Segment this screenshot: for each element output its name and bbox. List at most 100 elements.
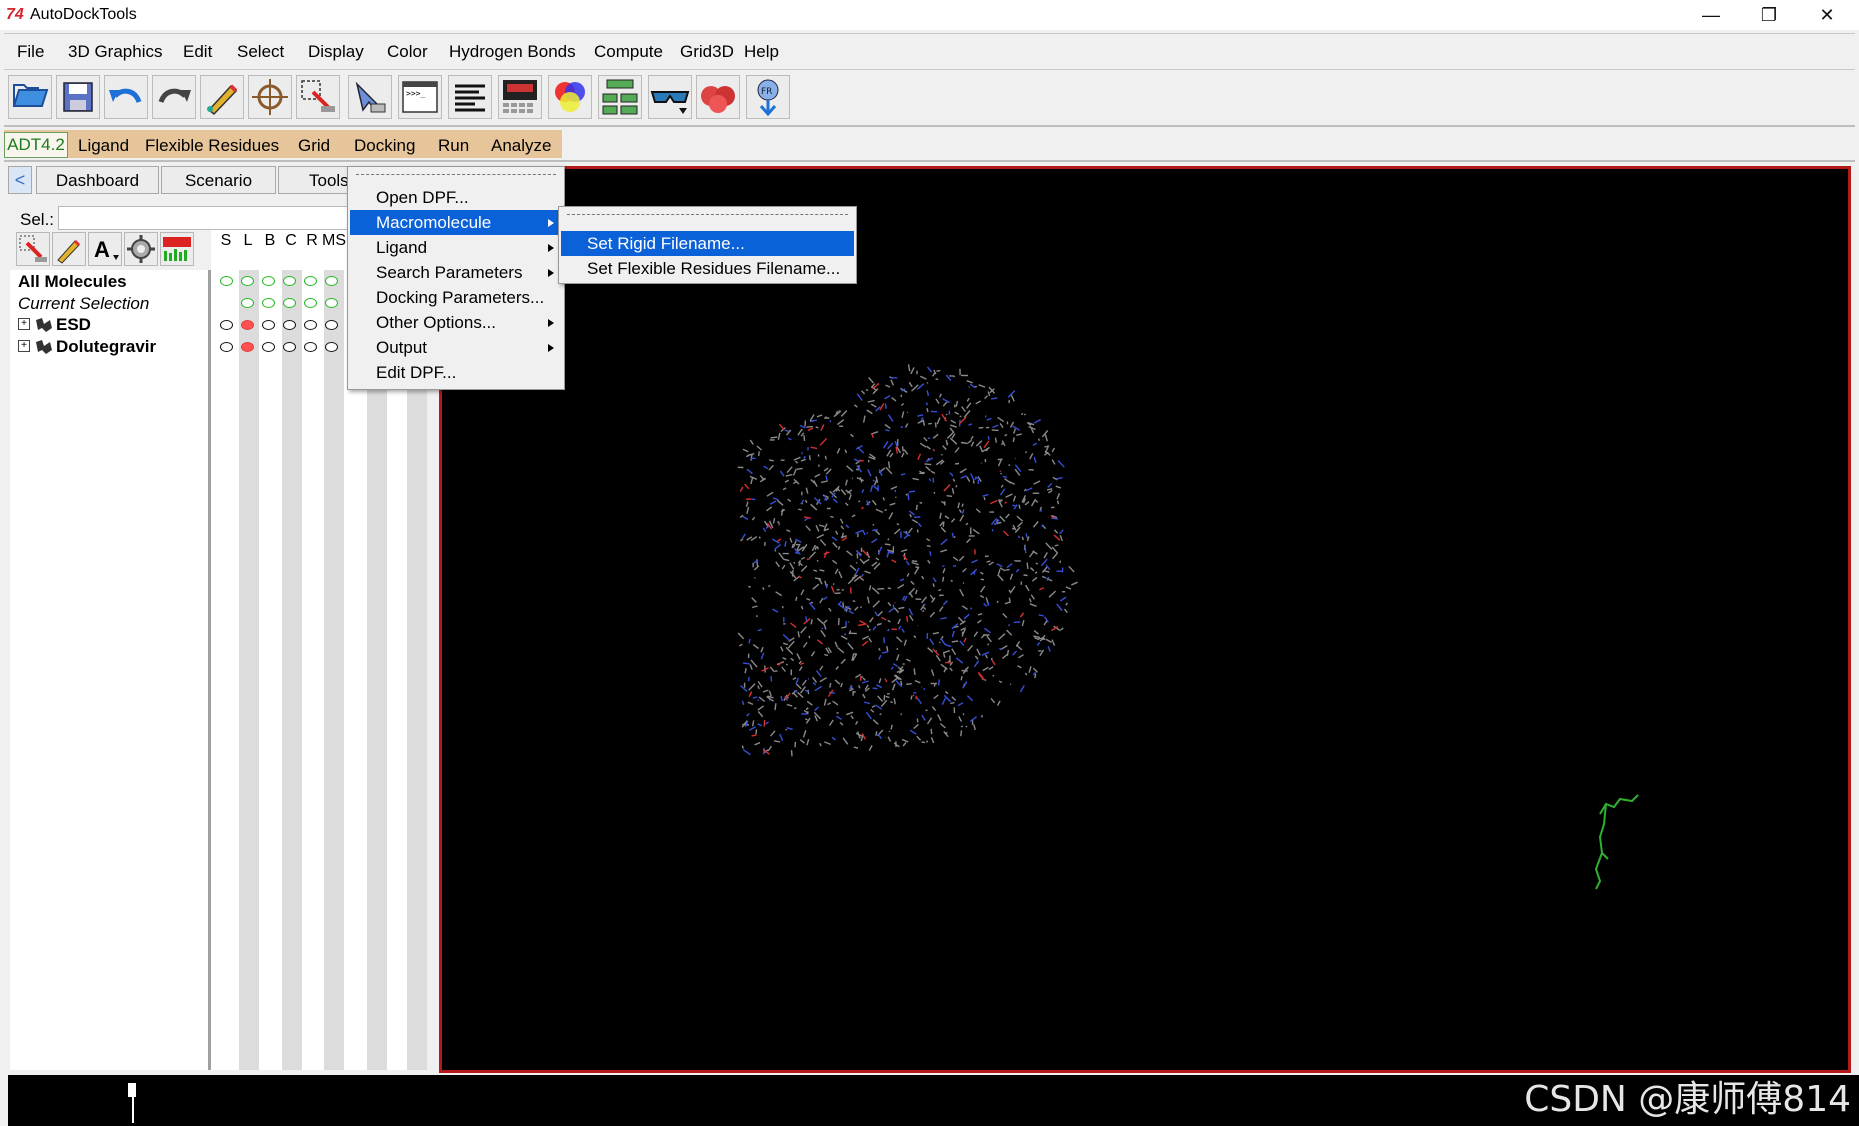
text-list-icon[interactable] xyxy=(448,75,492,119)
protein-structure xyxy=(737,364,1078,757)
tear-off-separator[interactable] xyxy=(356,174,556,175)
toggle-dot[interactable] xyxy=(283,276,296,286)
settings-gear-icon[interactable] xyxy=(124,232,158,266)
menu-compute[interactable]: Compute xyxy=(594,42,663,62)
display-icon[interactable] xyxy=(498,75,542,119)
color-icon[interactable] xyxy=(548,75,592,119)
toggle-dot[interactable] xyxy=(262,298,275,308)
tab-dashboard[interactable]: Dashboard xyxy=(36,166,159,194)
submenu-arrow-icon xyxy=(548,344,554,352)
column-header-ms: MS xyxy=(322,232,346,249)
toggle-dot[interactable] xyxy=(241,320,254,330)
toggle-dot[interactable] xyxy=(262,276,275,286)
menu-search-parameters[interactable]: Search Parameters xyxy=(350,260,562,285)
menu-item-label: Output xyxy=(376,338,428,357)
tab-scenario[interactable]: Scenario xyxy=(161,166,276,194)
restore-button[interactable]: ❐ xyxy=(1740,0,1798,30)
svg-text:A: A xyxy=(94,237,110,262)
close-button[interactable]: ✕ xyxy=(1798,0,1856,30)
menu-item-label: Docking Parameters... xyxy=(376,288,545,307)
menu-grid3d[interactable]: Grid3D xyxy=(680,42,734,62)
menu-help[interactable]: Help xyxy=(744,42,779,62)
toggle-dot[interactable] xyxy=(304,276,317,286)
surface-icon[interactable] xyxy=(696,75,740,119)
toggle-dot[interactable] xyxy=(304,298,317,308)
ligand-structure xyxy=(1594,794,1639,890)
slider-handle[interactable] xyxy=(128,1083,136,1097)
toggle-dot[interactable] xyxy=(241,298,254,308)
dashboard-icon[interactable] xyxy=(598,75,642,119)
toggle-dot[interactable] xyxy=(262,342,275,352)
menu-output[interactable]: Output xyxy=(350,335,562,360)
toggle-dot[interactable] xyxy=(304,320,317,330)
toggle-dot[interactable] xyxy=(325,320,338,330)
menu-ligand[interactable]: Ligand xyxy=(350,235,562,260)
level-meter-icon[interactable] xyxy=(160,232,194,266)
tree-all-molecules[interactable]: All Molecules xyxy=(18,272,127,292)
tab-tools[interactable]: Tools xyxy=(278,166,358,194)
toggle-dot[interactable] xyxy=(283,342,296,352)
toggle-dot[interactable] xyxy=(325,276,338,286)
menu-display[interactable]: Display xyxy=(308,42,364,62)
toggle-dot[interactable] xyxy=(325,342,338,352)
edit-pencil-icon[interactable] xyxy=(52,232,86,266)
tear-off-separator[interactable] xyxy=(567,214,848,215)
pick-selection-icon[interactable] xyxy=(16,232,50,266)
menu-color[interactable]: Color xyxy=(387,42,428,62)
toggle-dot[interactable] xyxy=(262,320,275,330)
selection-label: Sel.: xyxy=(20,210,55,229)
tree-molecule-esd[interactable]: ESD xyxy=(56,315,91,335)
open-file-icon[interactable] xyxy=(8,75,52,119)
toggle-dot[interactable] xyxy=(325,298,338,308)
pointer-icon[interactable] xyxy=(348,75,392,119)
menu-other-options[interactable]: Other Options... xyxy=(350,310,562,335)
adt-menu-run[interactable]: Run xyxy=(438,136,469,156)
tree-current-selection[interactable]: Current Selection xyxy=(18,294,149,314)
menu-select[interactable]: Select xyxy=(237,42,284,62)
bond-lines xyxy=(737,364,1078,757)
toggle-dot[interactable] xyxy=(241,342,254,352)
toggle-dot[interactable] xyxy=(283,320,296,330)
menu-set-rigid-filename[interactable]: Set Rigid Filename... xyxy=(561,231,854,256)
crosshair-icon[interactable] xyxy=(248,75,292,119)
menu-edit-dpf[interactable]: Edit DPF... xyxy=(350,360,562,385)
save-icon[interactable] xyxy=(56,75,100,119)
adt-menu-flexible-residues[interactable]: Flexible Residues xyxy=(145,136,279,156)
select-pick-icon[interactable] xyxy=(296,75,340,119)
menu-file[interactable]: File xyxy=(17,42,44,62)
pencil-icon[interactable] xyxy=(200,75,244,119)
adt-menu-ligand[interactable]: Ligand xyxy=(78,136,129,156)
toggle-dot[interactable] xyxy=(220,276,233,286)
toggle-dot[interactable] xyxy=(220,320,233,330)
menu-docking-parameters[interactable]: Docking Parameters... xyxy=(350,285,562,310)
menu-3d-graphics[interactable]: 3D Graphics xyxy=(68,42,162,62)
adt-menu-analyze[interactable]: Analyze xyxy=(491,136,551,156)
selection-input[interactable] xyxy=(58,206,348,230)
redo-icon[interactable] xyxy=(152,75,196,119)
bond-icon[interactable]: FR xyxy=(746,75,790,119)
watermark: CSDN @康师傅814 xyxy=(1524,1079,1851,1120)
tree-molecule-dolutegravir[interactable]: Dolutegravir xyxy=(56,337,156,357)
expand-icon[interactable]: + xyxy=(18,318,30,330)
collapse-panel-button[interactable]: < xyxy=(8,166,32,194)
undo-icon[interactable] xyxy=(104,75,148,119)
menu-edit[interactable]: Edit xyxy=(183,42,212,62)
stereo-glasses-icon[interactable] xyxy=(648,75,692,119)
minimize-button[interactable]: — xyxy=(1682,0,1740,30)
3d-viewer[interactable] xyxy=(439,166,1851,1073)
adt-menu-grid[interactable]: Grid xyxy=(298,136,330,156)
label-text-icon[interactable]: A xyxy=(88,232,122,266)
menu-set-flexible-residues-filename[interactable]: Set Flexible Residues Filename... xyxy=(561,256,854,281)
toggle-dot[interactable] xyxy=(283,298,296,308)
expand-icon[interactable]: + xyxy=(18,340,30,352)
column-header-c: C xyxy=(285,232,297,249)
menu-macromolecule[interactable]: Macromolecule xyxy=(350,210,562,235)
menu-open-dpf[interactable]: Open DPF... xyxy=(350,185,562,210)
toggle-dot[interactable] xyxy=(220,342,233,352)
menu-hydrogen-bonds[interactable]: Hydrogen Bonds xyxy=(449,42,576,62)
toggle-dot[interactable] xyxy=(304,342,317,352)
adt-menu-docking[interactable]: Docking xyxy=(354,136,415,156)
submenu-arrow-icon xyxy=(548,219,554,227)
python-shell-icon[interactable]: >>>_ xyxy=(398,75,442,119)
toggle-dot[interactable] xyxy=(241,276,254,286)
